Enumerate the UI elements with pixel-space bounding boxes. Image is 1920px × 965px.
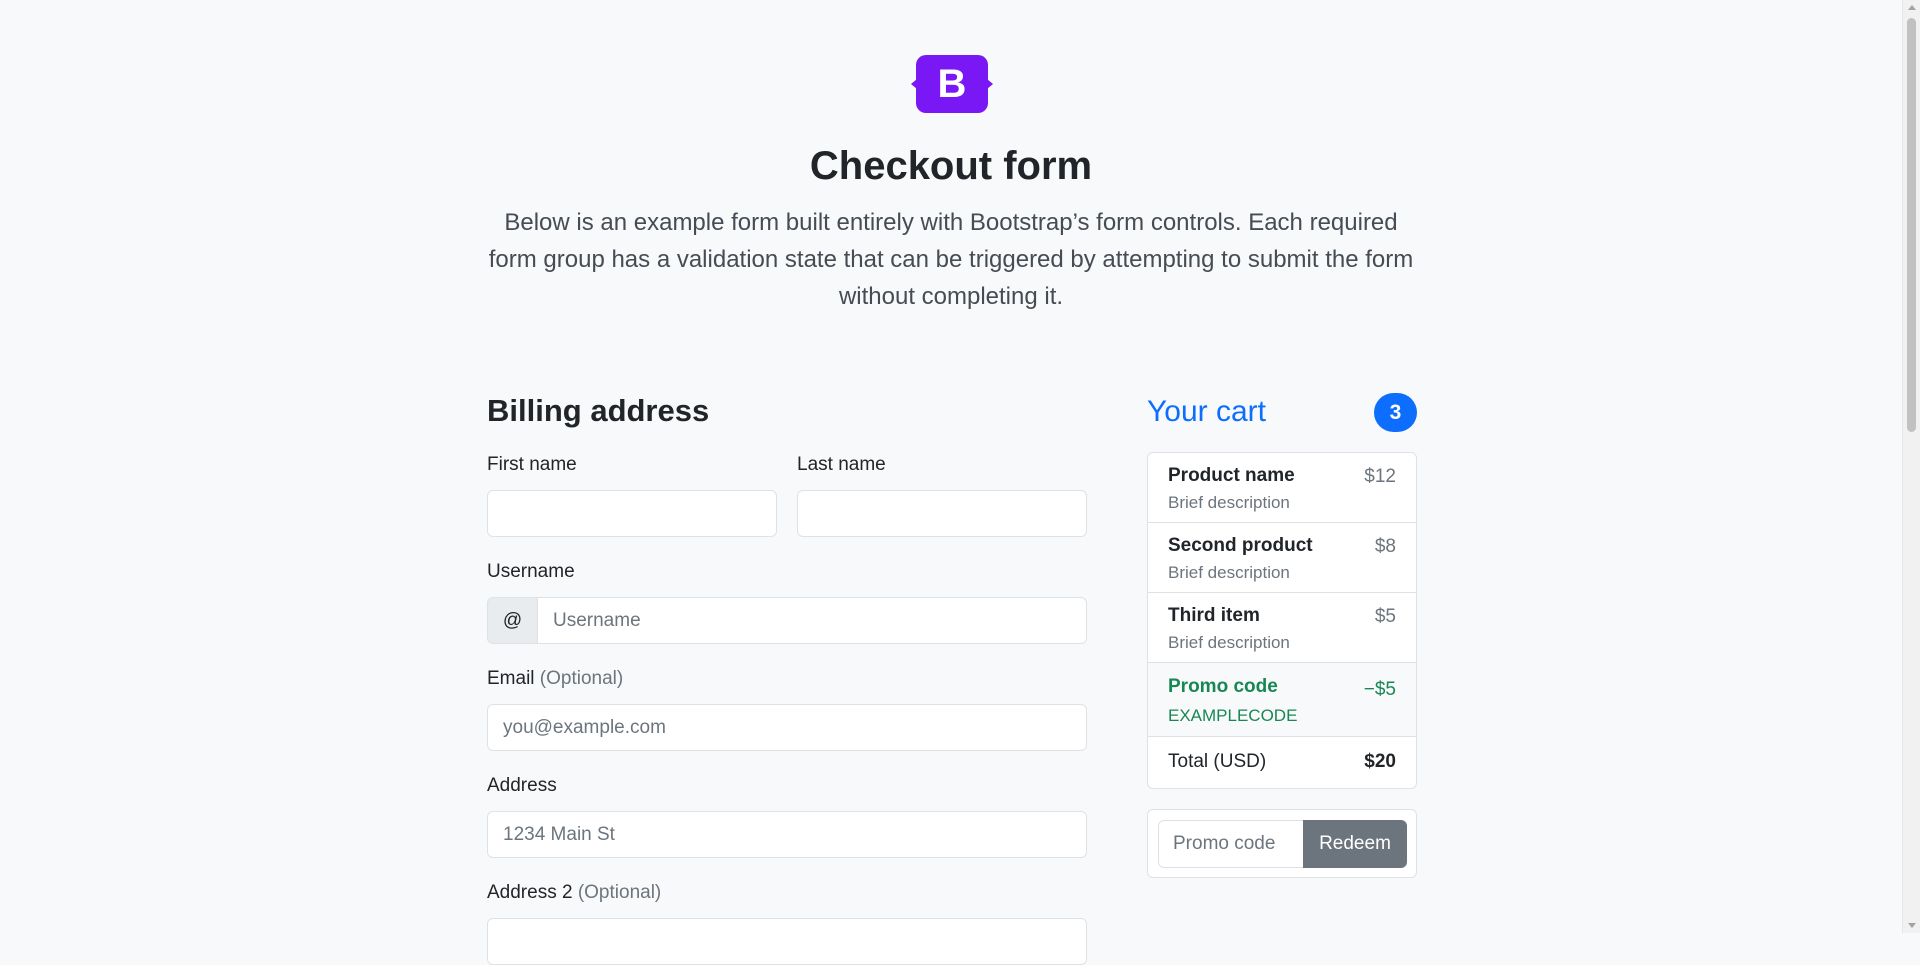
cart-promo-row: Promo code EXAMPLECODE −$5 xyxy=(1148,663,1416,737)
address-label: Address xyxy=(487,775,557,796)
last-name-input[interactable] xyxy=(797,490,1087,537)
scroll-down-arrow-icon[interactable] xyxy=(1908,923,1916,928)
cart-list: Product name Brief description $12 Secon… xyxy=(1147,452,1417,789)
page-lead: Below is an example form built entirely … xyxy=(488,209,1414,310)
scrollbar-thumb[interactable] xyxy=(1907,18,1916,432)
email-optional: (Optional) xyxy=(539,668,624,689)
email-label-text: Email xyxy=(487,668,535,689)
cart-total-row: Total (USD) $20 xyxy=(1148,737,1416,788)
promo-label: Promo code xyxy=(1168,676,1278,697)
promo-code-placeholder: Promo code xyxy=(1173,833,1276,854)
address-placeholder: 1234 Main St xyxy=(503,823,615,845)
cart-title: Your cart xyxy=(1147,395,1266,428)
logo-letter: B xyxy=(937,61,967,106)
cart-item-price: $8 xyxy=(1374,536,1396,557)
vertical-scrollbar[interactable] xyxy=(1902,0,1920,933)
username-placeholder: Username xyxy=(553,609,641,631)
address-input[interactable]: 1234 Main St xyxy=(487,811,1087,858)
username-label: Username xyxy=(487,561,575,582)
cart-item: Third item Brief description $5 xyxy=(1148,593,1416,663)
cart-item-name: Second product xyxy=(1168,535,1313,556)
cart-item-desc: Brief description xyxy=(1168,493,1290,512)
cart-item-desc: Brief description xyxy=(1168,633,1290,652)
page-title: Checkout form xyxy=(809,144,1093,188)
cart-count-badge: 3 xyxy=(1374,393,1417,432)
last-name-label: Last name xyxy=(797,454,886,475)
cart-item: Product name Brief description $12 xyxy=(1148,453,1416,523)
promo-form: Promo code Redeem xyxy=(1147,809,1417,878)
promo-discount: −$5 xyxy=(1363,679,1396,700)
cart-item-name: Third item xyxy=(1168,605,1260,626)
bootstrap-logo: B xyxy=(916,55,988,113)
first-name-label: First name xyxy=(487,454,577,475)
email-placeholder: you@example.com xyxy=(503,716,666,738)
total-label: Total (USD) xyxy=(1168,751,1267,772)
billing-heading: Billing address xyxy=(487,393,710,428)
first-name-input[interactable] xyxy=(487,490,777,537)
address2-optional: (Optional) xyxy=(577,882,662,903)
cart-item-price: $12 xyxy=(1364,466,1396,487)
redeem-button[interactable]: Redeem xyxy=(1303,820,1407,868)
cart-item: Second product Brief description $8 xyxy=(1148,523,1416,593)
address2-label: Address 2 (Optional) xyxy=(487,882,661,904)
email-input[interactable]: you@example.com xyxy=(487,704,1087,751)
username-input[interactable]: Username xyxy=(537,597,1087,644)
cart-item-desc: Brief description xyxy=(1168,563,1290,582)
at-sign: @ xyxy=(502,609,523,631)
username-prefix: @ xyxy=(487,597,538,644)
cart-item-name: Product name xyxy=(1168,465,1295,486)
total-amount: $20 xyxy=(1364,751,1396,772)
address2-label-text: Address 2 xyxy=(487,882,573,903)
cart-header: Your cart 3 xyxy=(1147,393,1417,433)
address2-input[interactable] xyxy=(487,918,1087,965)
page: B Checkout form Below is an example form… xyxy=(0,0,1902,965)
promo-code-input[interactable]: Promo code xyxy=(1158,820,1303,868)
email-label: Email (Optional) xyxy=(487,668,623,690)
cart-item-price: $5 xyxy=(1374,606,1396,627)
promo-code-value: EXAMPLECODE xyxy=(1168,706,1298,725)
scroll-up-arrow-icon[interactable] xyxy=(1908,5,1916,10)
